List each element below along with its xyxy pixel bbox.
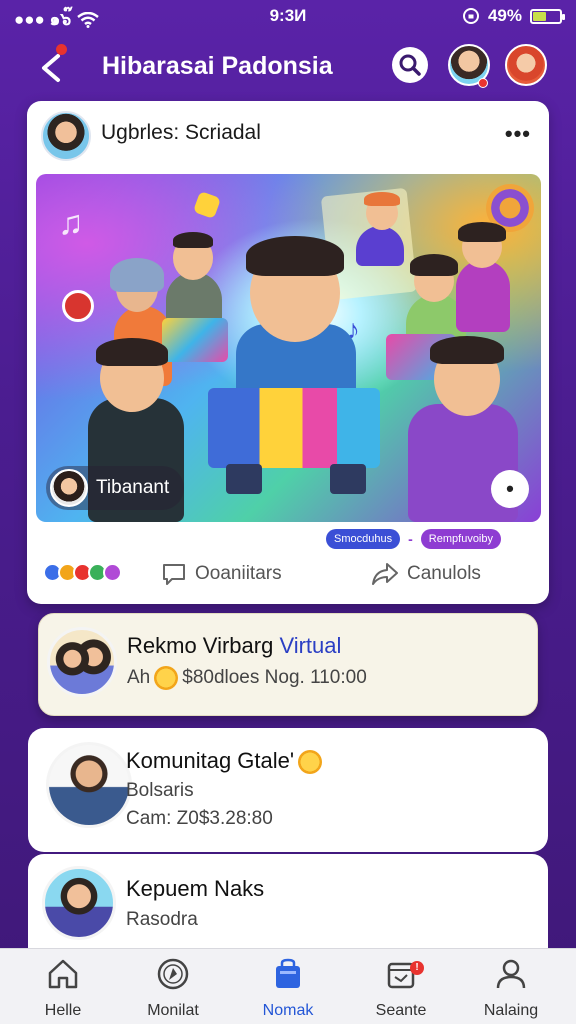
status-bar: ●●● ๑๖๊ 9:3И 49% xyxy=(0,0,576,36)
list-item-title-main: Rekmo Virbarg xyxy=(127,633,280,658)
figure-hair xyxy=(173,232,213,248)
list-item-avatar xyxy=(46,742,132,828)
back-notification-dot xyxy=(56,44,67,55)
chevron-left-icon xyxy=(42,54,60,82)
share-button[interactable]: Canulols xyxy=(371,561,481,587)
list-item-title: Komunitag Gtale' xyxy=(126,748,326,775)
tag-pill[interactable]: Smocduhus xyxy=(326,529,401,549)
nav-item-shop[interactable]: Nomak xyxy=(233,957,343,1020)
floating-cube xyxy=(192,190,222,220)
dj-turntable xyxy=(208,388,380,468)
status-right: 49% xyxy=(462,6,565,26)
comment-icon xyxy=(163,564,185,585)
bag-icon xyxy=(276,958,300,988)
home-icon xyxy=(48,959,78,989)
bottom-navigation: Helle Monilat Nomak ! Seante Nalaing xyxy=(0,948,576,1024)
nav-badge: ! xyxy=(410,961,424,975)
page-title: Hibarasai Padonsia xyxy=(102,52,333,80)
rotation-lock-icon xyxy=(462,8,479,24)
comments-label: Ooaniitars xyxy=(195,563,282,584)
nav-label: Nalaing xyxy=(483,1002,539,1019)
compass-icon xyxy=(157,958,189,990)
list-item[interactable]: Komunitag Gtale' Bolsaris Cam: Z0$3.28:8… xyxy=(28,728,548,852)
nav-label: Helle xyxy=(44,1002,82,1019)
list-item-line2: Rasodra xyxy=(126,909,198,930)
nav-item-profile[interactable]: Nalaing xyxy=(456,957,566,1020)
figure-hair xyxy=(458,222,506,242)
tag-pill[interactable]: Rempfuvoiby xyxy=(420,529,501,549)
reaction-summary[interactable] xyxy=(43,563,122,582)
sun-emoji-icon xyxy=(154,666,179,690)
list-item-title-accent: Virtual xyxy=(279,633,342,658)
share-label: Canulols xyxy=(407,563,481,584)
list-item-title-text: Komunitag Gtale' xyxy=(126,748,295,773)
app-header: Hibarasai Padonsia xyxy=(0,38,576,96)
tag-avatar xyxy=(50,469,88,507)
post-more-menu-button[interactable]: ••• xyxy=(505,121,531,147)
list-item-title: Rekmo Virbarg Virtual xyxy=(127,633,341,659)
sun-emoji-icon xyxy=(298,750,323,775)
list-item-avatar xyxy=(47,627,117,697)
battery-icon xyxy=(530,8,565,24)
list-item-subtitle-text: $80dloes Nog. 110:00 xyxy=(182,667,367,689)
list-item-subtitle-prefix: Ah xyxy=(127,667,151,689)
search-button[interactable] xyxy=(392,47,428,83)
figure-body xyxy=(356,226,404,266)
nav-label: Monilat xyxy=(147,1002,199,1019)
image-options-label: • xyxy=(506,476,514,501)
nav-item-explore[interactable]: Monilat xyxy=(118,957,228,1020)
figure-body xyxy=(456,260,510,332)
list-item-avatar xyxy=(42,866,116,940)
back-button[interactable] xyxy=(34,50,70,86)
figure-hair xyxy=(410,254,458,276)
image-person-tag[interactable]: Tibanant xyxy=(46,466,184,510)
image-options-button[interactable]: • xyxy=(491,470,529,508)
gift-box xyxy=(162,318,228,362)
figure-hair xyxy=(364,192,400,206)
post-author-avatar[interactable] xyxy=(41,111,91,161)
profile-icon xyxy=(496,959,526,989)
music-note-icon: ♫ xyxy=(58,204,84,242)
post-author-name[interactable]: Ugbrles: Scriadal xyxy=(101,121,261,145)
nav-label: Nomak xyxy=(262,1002,314,1019)
list-item[interactable]: Rekmo Virbarg Virtual Ah $80dloes Nog. 11… xyxy=(38,613,538,716)
battery-percent: 49% xyxy=(487,6,522,25)
share-icon xyxy=(372,563,398,585)
list-item-title: Kepuem Naks xyxy=(126,876,265,901)
figure-hair xyxy=(96,338,168,366)
post-tags: Smocduhus - Rempfuvoiby xyxy=(326,529,501,549)
post-actions-bar: Ooaniitars Canulols xyxy=(27,553,549,597)
tag-separator: - xyxy=(408,531,413,547)
figure-hair xyxy=(430,336,504,364)
battery-level xyxy=(533,11,546,21)
user-avatar[interactable] xyxy=(505,44,547,86)
nav-item-events[interactable]: ! Seante xyxy=(346,957,456,1020)
post-image[interactable]: ♫ ♪ Tibanant • xyxy=(36,174,541,522)
tag-label: Tibanant xyxy=(96,477,170,498)
figure-hijab xyxy=(110,258,164,292)
reaction-icon xyxy=(103,563,122,582)
comments-button[interactable]: Ooaniitars xyxy=(161,561,282,587)
feed-post-card: Ugbrles: Scriadal ••• ♫ ♪ Tibanant • Smo… xyxy=(27,101,549,604)
red-disc-badge xyxy=(62,290,94,322)
list-item-line3: Cam: Z0$3.28:80 xyxy=(126,808,273,829)
nav-label: Seante xyxy=(375,1002,427,1019)
nav-item-home[interactable]: Helle xyxy=(8,957,118,1020)
dj-leg xyxy=(330,464,366,494)
search-icon xyxy=(399,54,421,76)
dj-hair xyxy=(246,236,344,276)
friend-notification-dot xyxy=(478,78,488,88)
dj-leg xyxy=(226,464,262,494)
list-item-subtitle: Ah $80dloes Nog. 110:00 xyxy=(127,666,367,690)
list-item-line2: Bolsaris xyxy=(126,780,194,801)
